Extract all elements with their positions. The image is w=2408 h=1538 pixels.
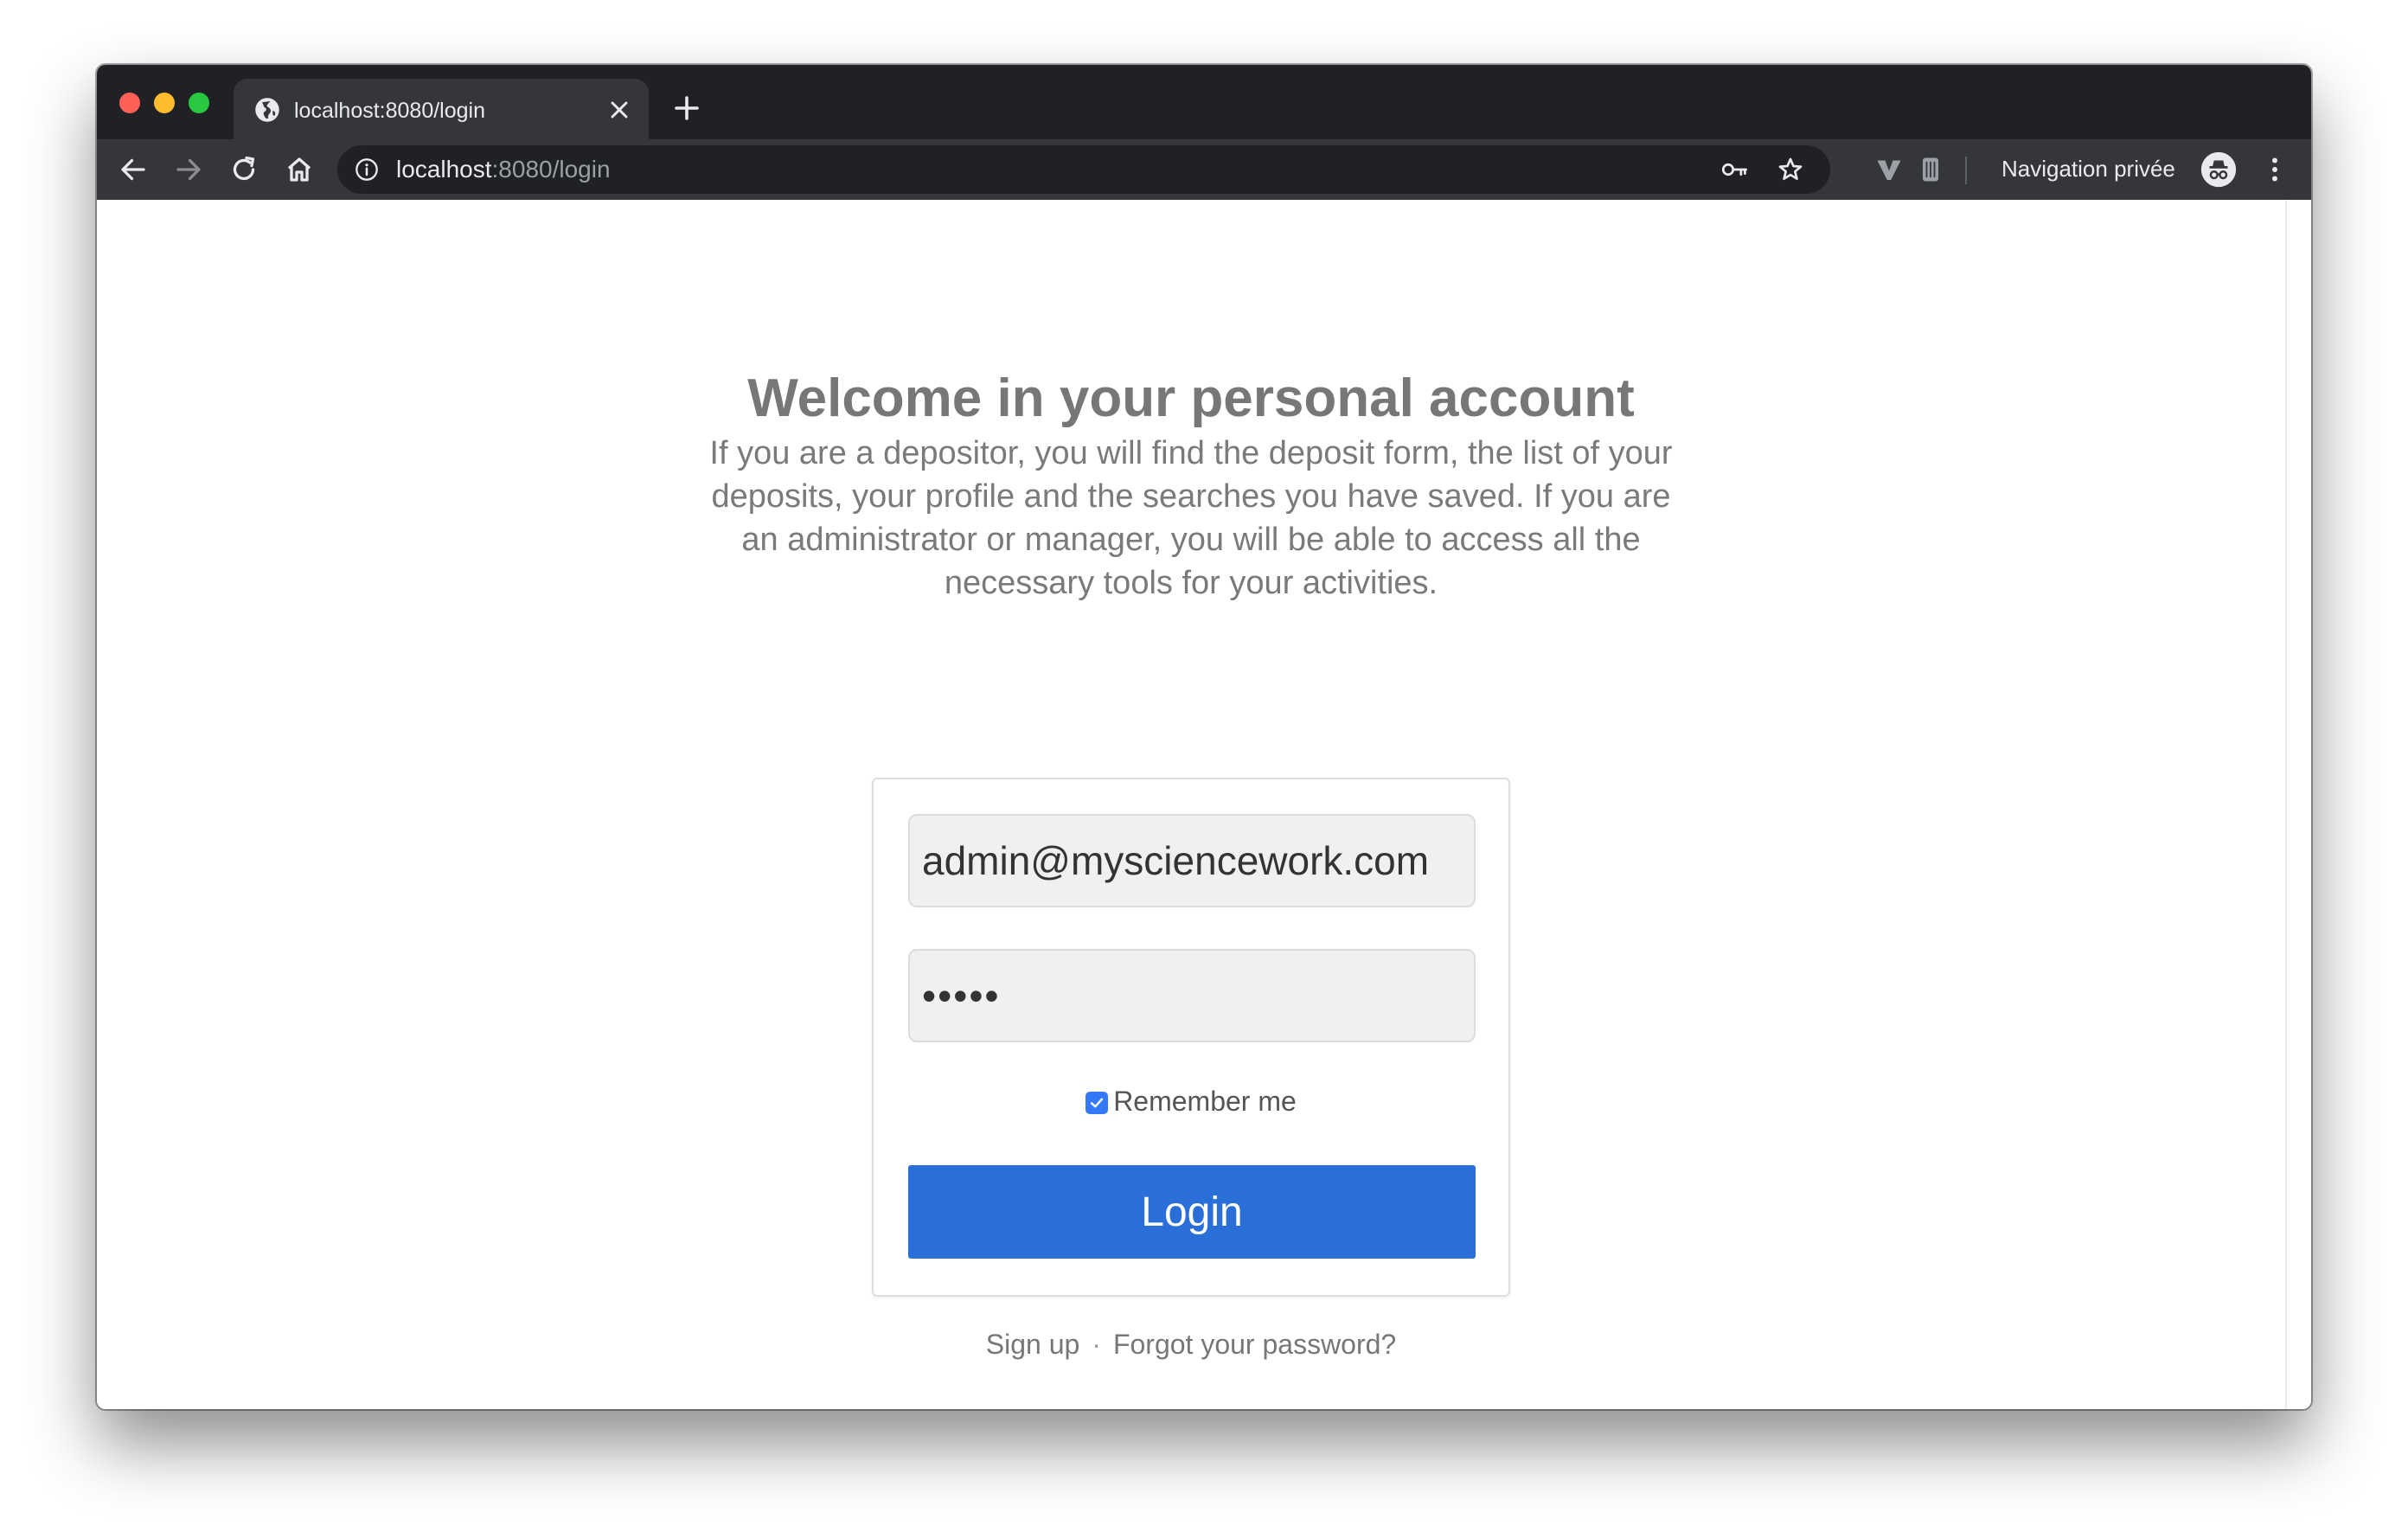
checkmark-icon xyxy=(1091,1098,1104,1108)
more-vertical-icon[interactable] xyxy=(2259,154,2290,185)
remember-me-label[interactable]: Remember me xyxy=(1113,1084,1297,1118)
home-icon[interactable] xyxy=(284,154,315,185)
login-button[interactable]: Login xyxy=(908,1165,1476,1259)
maximize-window-button[interactable] xyxy=(189,93,209,113)
remember-me-checkbox[interactable] xyxy=(1086,1092,1109,1114)
close-window-button[interactable] xyxy=(119,93,140,113)
url-host: localhost xyxy=(396,156,492,183)
url-path: :8080/login xyxy=(491,156,611,183)
scrollbar[interactable] xyxy=(2285,200,2311,1409)
url-text[interactable]: localhost:8080/login xyxy=(396,154,611,185)
key-icon[interactable] xyxy=(1721,157,1749,182)
minimize-window-button[interactable] xyxy=(154,93,175,113)
close-icon[interactable] xyxy=(605,96,633,124)
signup-link[interactable]: Sign up xyxy=(986,1329,1080,1360)
storage-icon[interactable] xyxy=(1915,154,1946,185)
browser-toolbar: localhost:8080/login Navigation privée xyxy=(97,139,2311,200)
arrow-right-icon[interactable] xyxy=(173,154,204,185)
browser-window: localhost:8080/login localhost:8080/logi… xyxy=(97,65,2311,1409)
reload-icon[interactable] xyxy=(228,154,259,185)
auth-links: Sign up · Forgot your password? xyxy=(97,1326,2285,1362)
arrow-left-icon[interactable] xyxy=(118,154,149,185)
page-content: Welcome in your personal account If you … xyxy=(97,200,2285,1409)
address-bar[interactable]: localhost:8080/login xyxy=(337,145,1830,194)
toolbar-divider xyxy=(1965,157,1967,184)
new-tab-icon[interactable] xyxy=(671,93,702,124)
remember-me-row[interactable]: Remember me xyxy=(874,1084,1508,1118)
browser-tab[interactable]: localhost:8080/login xyxy=(234,79,649,139)
page-title: Welcome in your personal account xyxy=(747,368,1635,428)
vivaldi-v-icon[interactable] xyxy=(1873,154,1905,185)
link-separator: · xyxy=(1092,1329,1101,1360)
tab-title: localhost:8080/login xyxy=(294,99,485,123)
email-field[interactable] xyxy=(908,814,1476,907)
login-form: Remember me Login xyxy=(872,778,1510,1297)
forgot-password-link[interactable]: Forgot your password? xyxy=(1113,1329,1396,1360)
intro-text: If you are a depositor, you will find th… xyxy=(709,435,1673,601)
star-icon[interactable] xyxy=(1777,156,1804,183)
password-field[interactable] xyxy=(908,949,1476,1042)
tab-strip: localhost:8080/login xyxy=(97,65,2311,139)
incognito-icon[interactable] xyxy=(2200,151,2237,188)
info-icon[interactable] xyxy=(355,157,379,182)
incognito-label[interactable]: Navigation privée xyxy=(2001,153,2175,184)
globe-icon xyxy=(255,98,279,122)
